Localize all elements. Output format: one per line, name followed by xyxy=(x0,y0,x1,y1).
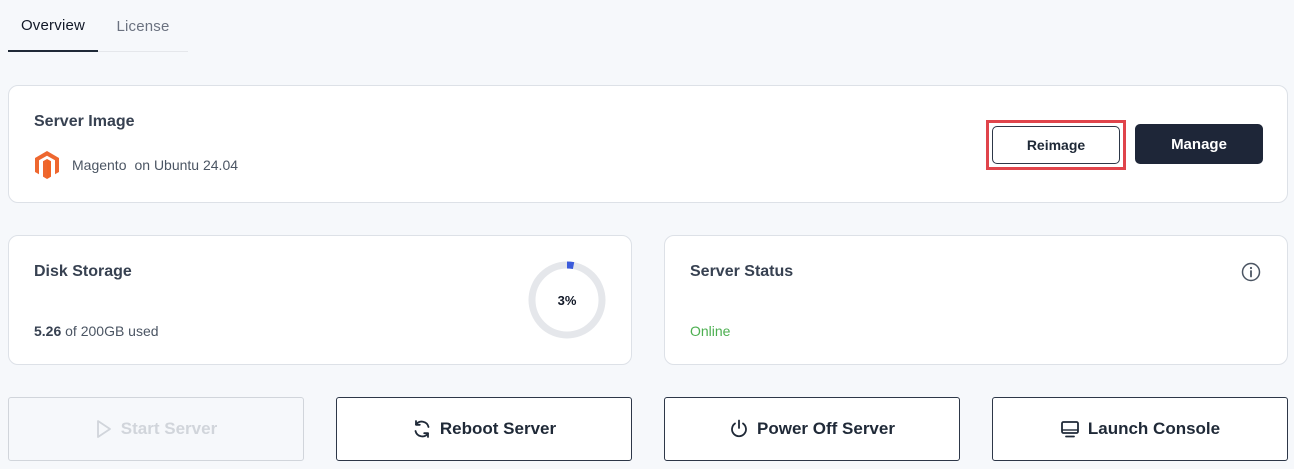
info-icon[interactable] xyxy=(1241,262,1261,282)
tab-bar: Overview License xyxy=(8,0,188,52)
power-off-server-label: Power Off Server xyxy=(757,419,895,438)
power-off-server-button[interactable]: Power Off Server xyxy=(664,397,960,461)
server-image-card: Server Image Magento on Ubuntu 24.04 Rei… xyxy=(8,85,1288,203)
reboot-server-button[interactable]: Reboot Server xyxy=(336,397,632,461)
server-status-title: Server Status xyxy=(690,263,794,280)
start-server-label: Start Server xyxy=(120,419,218,438)
server-status-card: Server Status Online xyxy=(664,235,1288,365)
disk-used-value: 5.26 xyxy=(34,323,62,339)
launch-console-button[interactable]: Launch Console xyxy=(992,397,1288,461)
os-text: on Ubuntu 24.04 xyxy=(134,157,239,173)
monitor-icon xyxy=(1060,421,1079,438)
server-image-title: Server Image xyxy=(34,113,135,130)
reimage-button[interactable]: Reimage xyxy=(992,126,1120,164)
app-name: Magento xyxy=(72,157,127,173)
play-icon xyxy=(96,420,111,438)
magento-logo-icon xyxy=(35,151,59,179)
server-image-info: Magento on Ubuntu 24.04 xyxy=(34,150,238,180)
disk-total-text: of 200GB used xyxy=(65,323,159,339)
disk-usage-text: 5.26 of 200GB used xyxy=(34,323,159,339)
tab-license[interactable]: License xyxy=(98,0,188,52)
launch-console-label: Launch Console xyxy=(1087,419,1221,438)
disk-storage-title: Disk Storage xyxy=(34,263,132,280)
manage-button[interactable]: Manage xyxy=(1135,124,1263,164)
disk-storage-card: Disk Storage 5.26 of 200GB used 3% xyxy=(8,235,632,365)
tab-overview[interactable]: Overview xyxy=(8,0,98,52)
start-server-button[interactable]: Start Server xyxy=(8,397,304,461)
refresh-icon xyxy=(414,420,430,438)
server-status-value: Online xyxy=(690,323,731,339)
power-icon xyxy=(731,419,747,438)
reimage-highlight: Reimage xyxy=(986,120,1126,170)
disk-percent-label: 3% xyxy=(557,292,577,308)
reboot-server-label: Reboot Server xyxy=(439,419,557,438)
